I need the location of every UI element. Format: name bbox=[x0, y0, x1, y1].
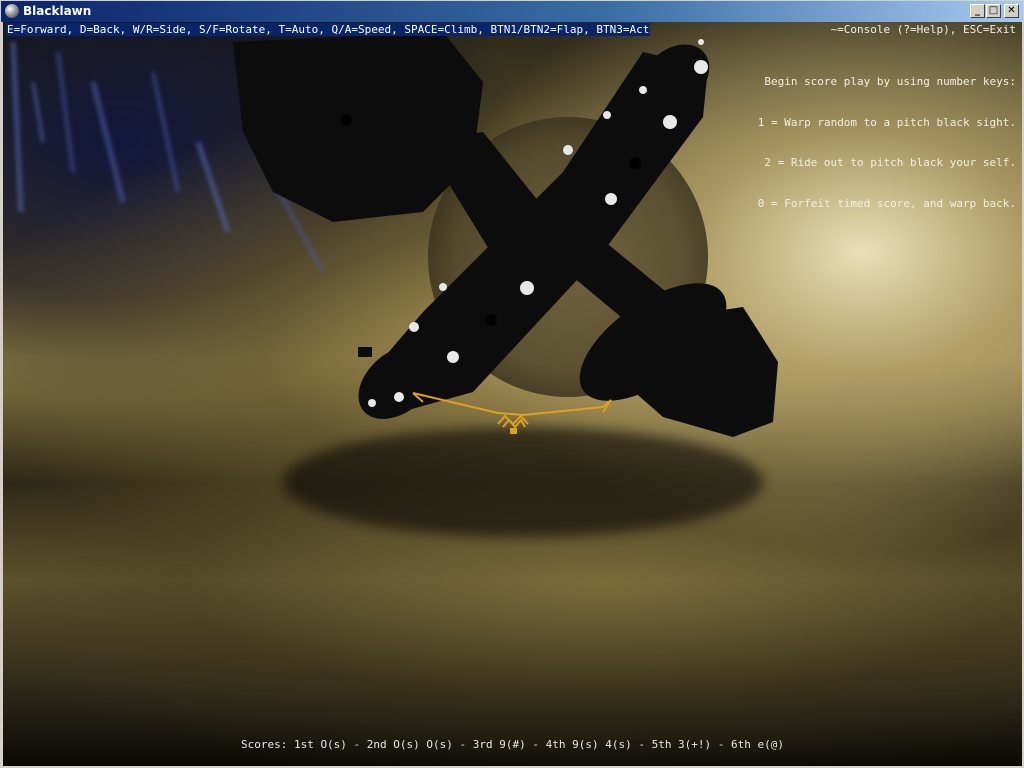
maximize-icon: □ bbox=[988, 5, 999, 16]
scores-line: Scores: 1st O(s) - 2nd O(s) O(s) - 3rd 9… bbox=[240, 738, 785, 751]
game-viewport[interactable]: E=Forward, D=Back, W/R=Side, S/F=Rotate,… bbox=[3, 22, 1022, 766]
maximize-button[interactable]: □ bbox=[986, 4, 1001, 18]
controls-hint-text: E=Forward, D=Back, W/R=Side, S/F=Rotate,… bbox=[6, 23, 651, 36]
instruction-line: 0 = Forfeit timed score, and warp back. bbox=[757, 196, 1016, 210]
window-title: Blacklawn bbox=[23, 4, 92, 18]
close-icon: ✕ bbox=[1007, 5, 1016, 16]
game-window: Blacklawn _ □ ✕ E=Forward, D=Back, W/R=S… bbox=[0, 0, 1024, 768]
instruction-line: 2 = Ride out to pitch black your self. bbox=[764, 156, 1016, 169]
instruction-line: Begin score play by using number keys: bbox=[764, 75, 1016, 88]
console-hint: ~=Console (?=Help), ESC=Exit bbox=[830, 23, 1016, 36]
ground-shadow bbox=[283, 427, 763, 537]
minimize-button[interactable]: _ bbox=[970, 4, 985, 18]
close-button[interactable]: ✕ bbox=[1004, 4, 1019, 18]
globe-icon[interactable] bbox=[5, 4, 19, 18]
minimize-icon: _ bbox=[975, 5, 980, 16]
controls-hint: E=Forward, D=Back, W/R=Side, S/F=Rotate,… bbox=[6, 23, 651, 36]
score-play-instructions: Begin score play by using number keys: 1… bbox=[758, 48, 1016, 237]
instruction-line: 1 = Warp random to a pitch black sight. bbox=[757, 115, 1016, 129]
title-bar[interactable]: Blacklawn _ □ ✕ bbox=[1, 1, 1023, 22]
